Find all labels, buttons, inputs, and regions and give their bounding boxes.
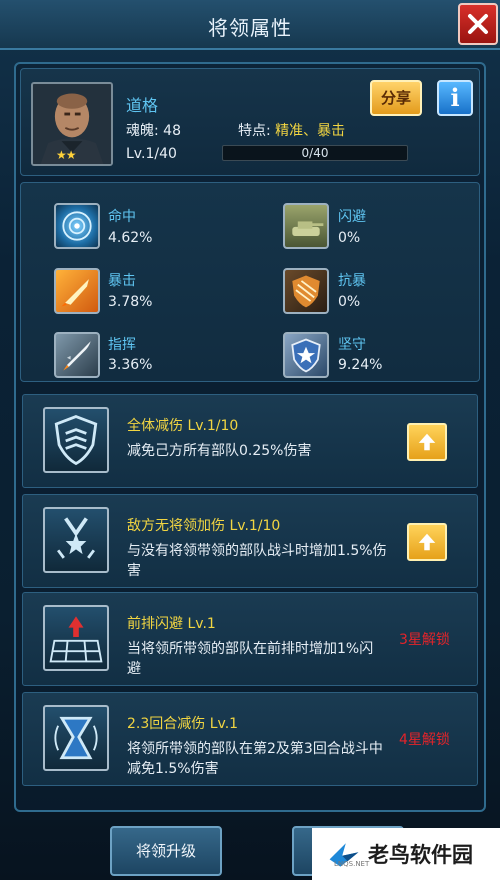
share-button[interactable]: 分享 <box>370 80 422 116</box>
skill-upgrade-button[interactable] <box>407 523 447 561</box>
watermark-subtext: LNQS.NET <box>334 860 370 868</box>
stat-name-crit: 暴击 <box>108 273 136 289</box>
shield-skill-icon <box>43 407 109 473</box>
skill-unlock-requirement: 3星解锁 <box>399 632 450 648</box>
page-title: 将领属性 <box>208 16 292 40</box>
hero-level: Lv.1/40 <box>126 146 177 162</box>
info-icon: i <box>450 83 460 112</box>
info-button[interactable]: i <box>437 80 473 116</box>
skill-description: 减免己方所有部队0.25%伤害 <box>127 443 312 459</box>
stat-name-defend: 坚守 <box>338 337 366 353</box>
stat-name-command: 指挥 <box>108 337 136 353</box>
skill-title: 全体减伤 Lv.1/10 <box>127 418 239 434</box>
shield-break-icon <box>283 268 329 314</box>
stat-value-defend: 9.24% <box>338 357 383 373</box>
hourglass-skill-icon <box>43 705 109 771</box>
stat-value-command: 3.36% <box>108 357 153 373</box>
radar-icon <box>54 203 100 249</box>
star-shield-icon <box>283 332 329 378</box>
stat-value-hit: 4.62% <box>108 230 153 246</box>
skill-title: 敌方无将领加伤 Lv.1/10 <box>127 518 281 534</box>
hero-trait-label: 特点: <box>238 123 276 139</box>
tank-icon <box>283 203 329 249</box>
stat-name-anti-crit: 抗暴 <box>338 273 366 289</box>
skill-description: 当将领所带领的部队在前排时增加1%闪避 <box>127 641 374 677</box>
close-icon <box>468 14 488 34</box>
stat-value-anti-crit: 0% <box>338 294 361 310</box>
stat-name-hit: 命中 <box>108 209 136 225</box>
hero-upgrade-button[interactable]: 将领升级 <box>110 826 222 876</box>
skill-unlock-requirement: 4星解锁 <box>399 732 450 748</box>
skill-upgrade-button[interactable] <box>407 423 447 461</box>
arrow-up-icon <box>418 533 436 551</box>
watermark-text: 老鸟软件园 <box>368 843 473 867</box>
skill-description: 与没有将领带领的部队战斗时增加1.5%伤害 <box>127 543 387 579</box>
grid-arrow-skill-icon <box>43 605 109 671</box>
skill-row: 全体减伤 Lv.1/10 减免己方所有部队0.25%伤害 <box>22 394 478 488</box>
xp-progress-bar: 0/40 <box>222 145 408 161</box>
skill-row: 敌方无将领加伤 Lv.1/10 与没有将领带领的部队战斗时增加1.5%伤害 <box>22 494 478 588</box>
watermark: 老鸟软件园 <box>312 828 500 880</box>
skill-title: 前排闪避 Lv.1 <box>127 616 216 632</box>
arrow-up-icon <box>418 433 436 451</box>
rocket-icon <box>54 332 100 378</box>
stat-value-dodge: 0% <box>338 230 361 246</box>
close-button[interactable] <box>458 3 498 45</box>
skill-description: 将领所带领的部队在第2及第3回合战斗中减免1.5%伤害 <box>127 741 383 777</box>
stat-name-dodge: 闪避 <box>338 209 366 225</box>
missile-icon <box>54 268 100 314</box>
stat-value-crit: 3.78% <box>108 294 153 310</box>
skill-title: 2.3回合减伤 Lv.1 <box>127 716 239 732</box>
xp-progress-text: 0/40 <box>301 146 329 160</box>
hero-trait-value: 精准、暴击 <box>275 123 346 139</box>
title-bar: 将领属性 <box>0 0 500 50</box>
skill-row: 前排闪避 Lv.1 当将领所带领的部队在前排时增加1%闪避 3星解锁 <box>22 592 478 686</box>
hero-stars: ★★ <box>56 148 76 162</box>
hero-soul-count: 魂魄: 48 <box>126 123 181 139</box>
skill-row: 2.3回合减伤 Lv.1 将领所带领的部队在第2及第3回合战斗中减免1.5%伤害… <box>22 692 478 786</box>
hero-trait: 特点: 精准、暴击 <box>238 120 345 140</box>
medal-skill-icon <box>43 507 109 573</box>
hero-name: 道格 <box>126 96 159 115</box>
